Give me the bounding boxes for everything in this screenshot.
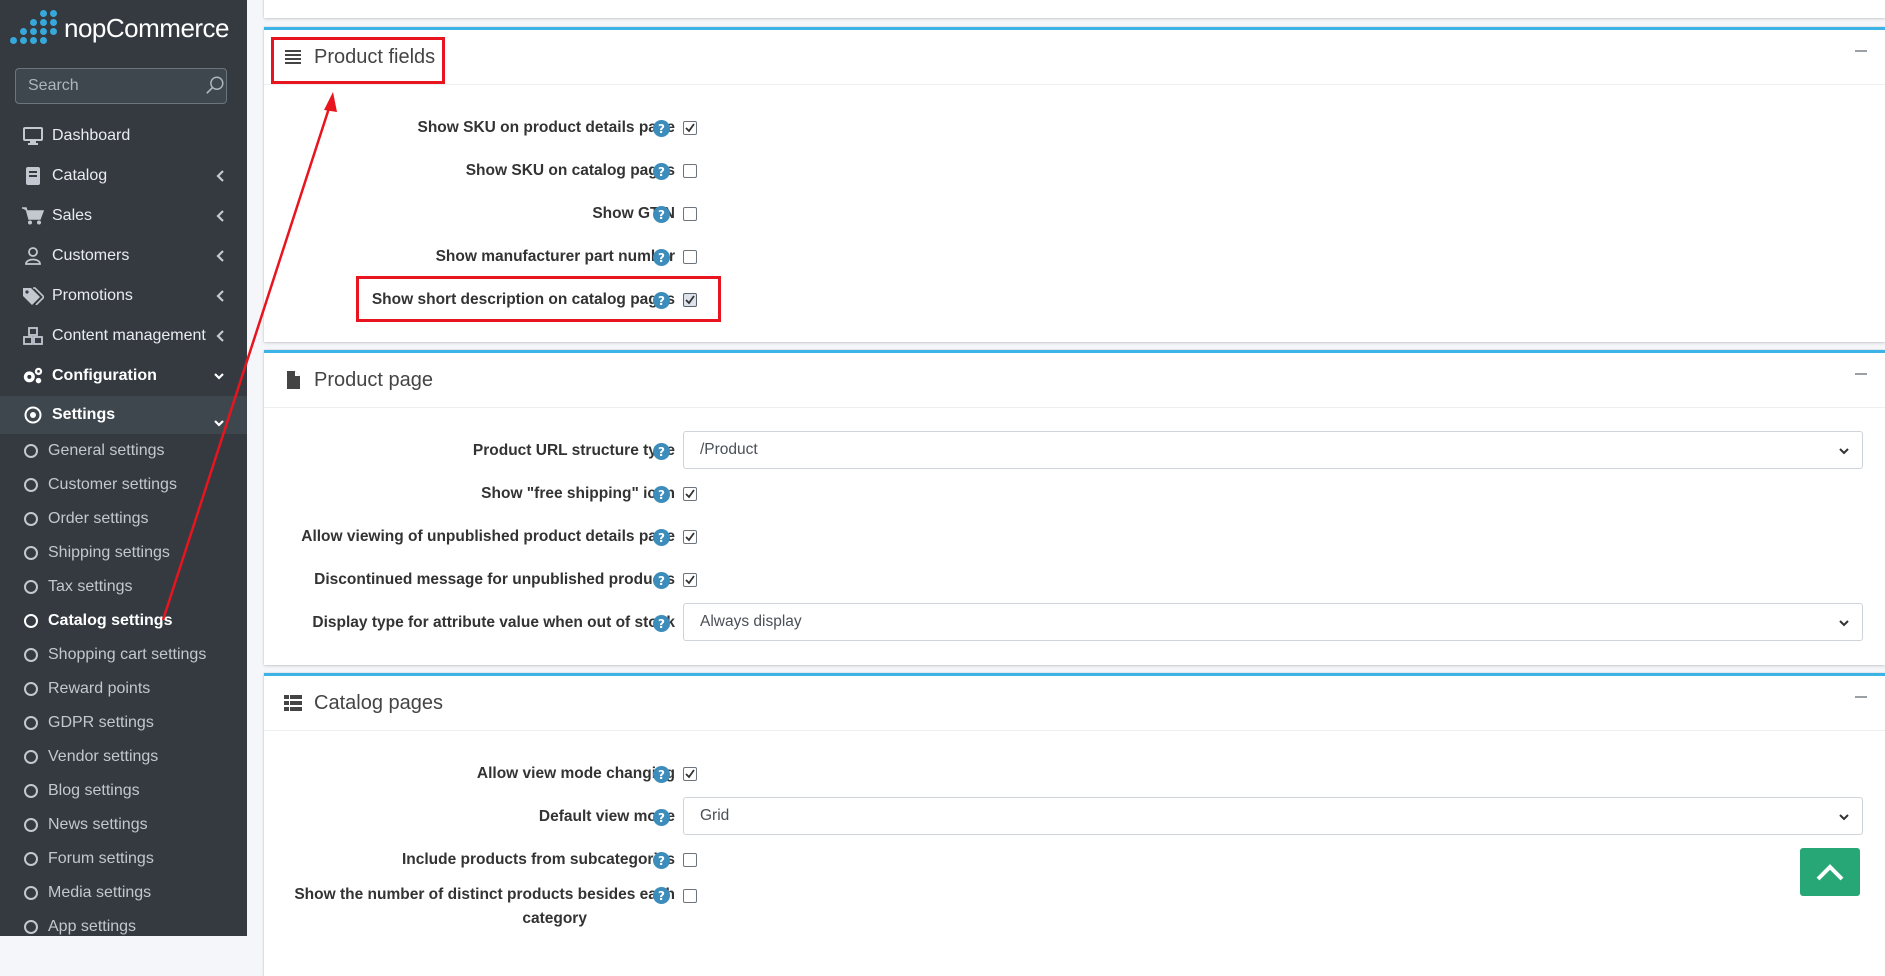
annotation-arrow (161, 92, 337, 621)
